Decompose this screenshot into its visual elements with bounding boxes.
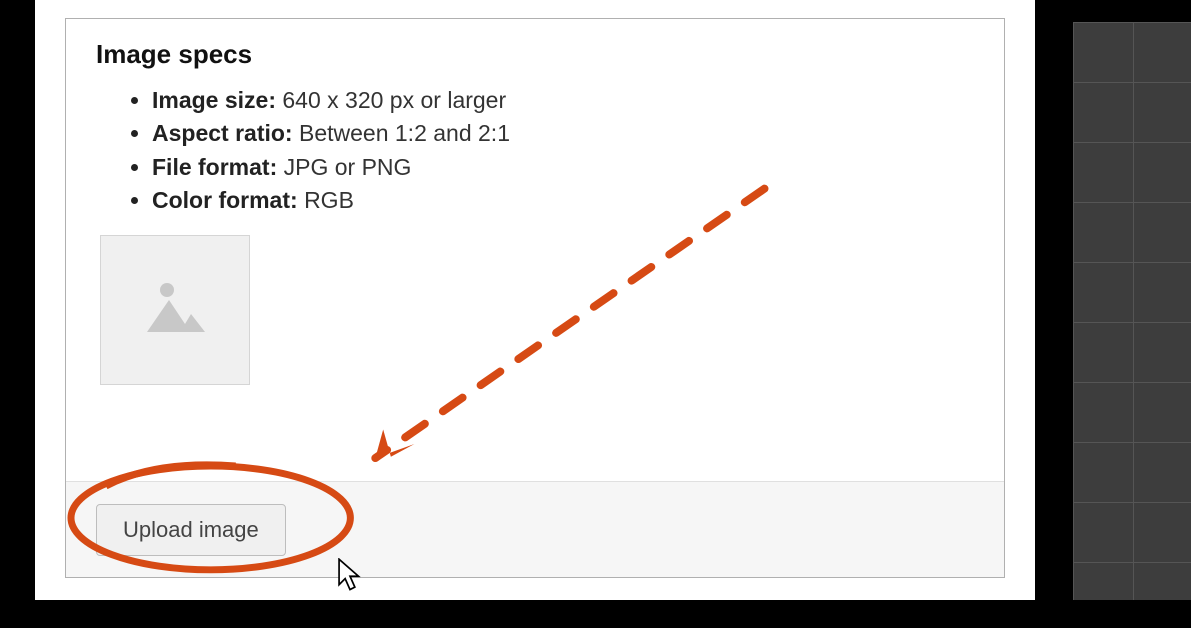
spec-value: JPG or PNG <box>284 154 412 180</box>
annotation-arrowhead-icon <box>367 425 414 472</box>
editor-grid-background <box>1073 22 1191 600</box>
spec-label: File format: <box>152 154 277 180</box>
spec-item: File format: JPG or PNG <box>152 151 974 184</box>
spec-value: Between 1:2 and 2:1 <box>299 120 510 146</box>
spec-item: Image size: 640 x 320 px or larger <box>152 84 974 117</box>
spec-label: Color format: <box>152 187 298 213</box>
spec-item: Aspect ratio: Between 1:2 and 2:1 <box>152 117 974 150</box>
image-placeholder-icon <box>135 268 215 353</box>
upload-image-button[interactable]: Upload image <box>96 504 286 556</box>
image-placeholder-thumbnail <box>100 235 250 385</box>
page-container: Image specs Image size: 640 x 320 px or … <box>35 0 1035 600</box>
spec-label: Image size: <box>152 87 276 113</box>
spec-label: Aspect ratio: <box>152 120 293 146</box>
specs-list: Image size: 640 x 320 px or larger Aspec… <box>96 84 974 217</box>
panel-title: Image specs <box>96 39 974 70</box>
spec-item: Color format: RGB <box>152 184 974 217</box>
spec-value: 640 x 320 px or larger <box>282 87 506 113</box>
panel-footer: Upload image <box>66 481 1004 577</box>
spec-value: RGB <box>304 187 354 213</box>
annotation-arrow-line <box>375 189 764 458</box>
image-specs-panel: Image specs Image size: 640 x 320 px or … <box>65 18 1005 578</box>
